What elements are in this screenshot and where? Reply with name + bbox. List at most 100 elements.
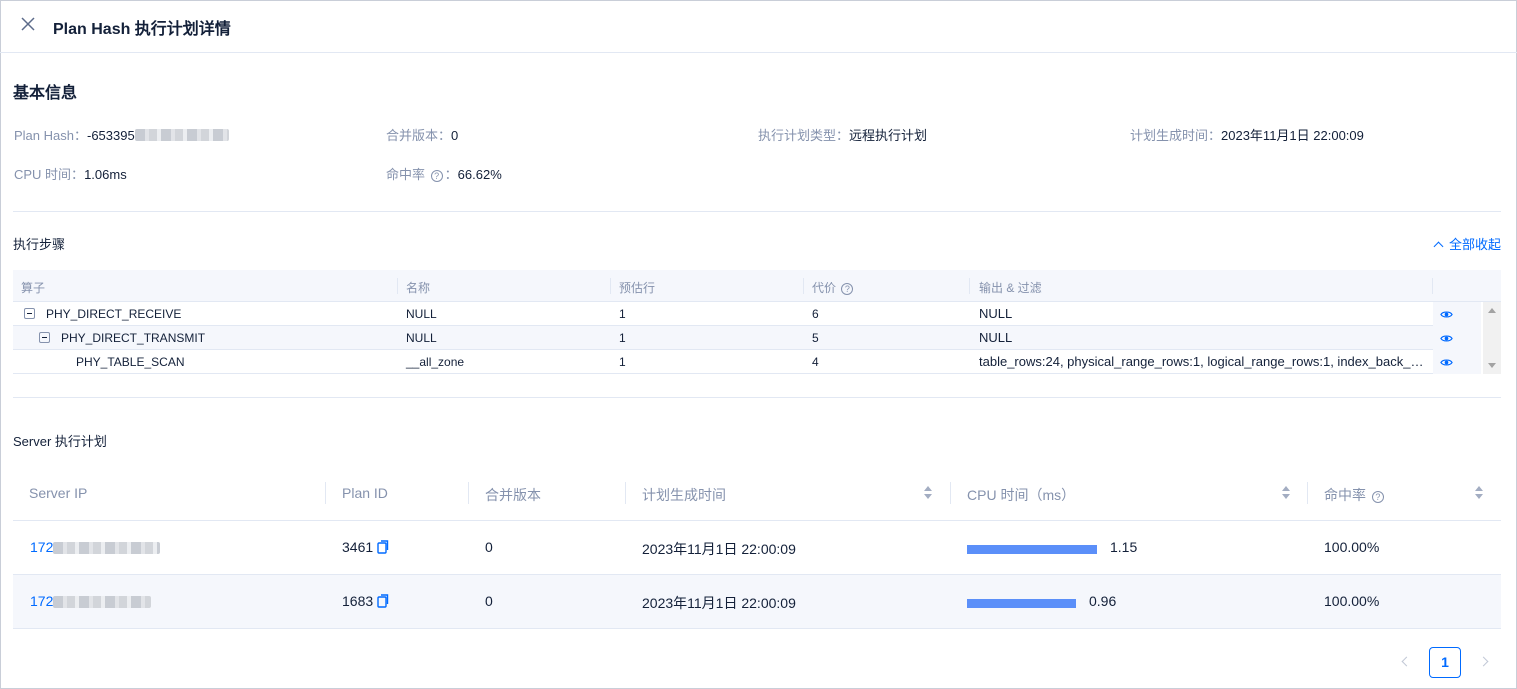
cpu-time-value: 1.06ms — [84, 167, 127, 182]
cpu-time-value: 0.96 — [1089, 593, 1117, 609]
col-divider — [625, 482, 626, 504]
close-icon[interactable] — [18, 14, 38, 34]
help-icon[interactable]: ? — [1371, 491, 1384, 503]
collapse-toggle-icon[interactable] — [39, 332, 50, 343]
help-icon[interactable]: ? — [841, 283, 854, 295]
plan-id-cell: 3461 — [342, 539, 389, 555]
col-server-ip: Server IP — [29, 485, 88, 501]
merge-version-value: 0 — [451, 128, 459, 143]
cost-cell: 4 — [812, 355, 819, 369]
merge-version-item: 合并版本：0 — [386, 125, 458, 144]
sort-icon[interactable] — [1282, 486, 1290, 500]
col-est-rows: 预估行 — [619, 281, 656, 295]
col-name: 名称 — [406, 281, 431, 295]
eye-icon[interactable] — [1440, 332, 1453, 345]
eye-icon[interactable] — [1440, 308, 1453, 321]
server-ip-text: 172 — [30, 539, 54, 555]
scroll-up-icon[interactable] — [1488, 308, 1496, 313]
col-divider — [803, 278, 804, 294]
table-row[interactable]: PHY_TABLE_SCAN __all_zone 1 4 table_rows… — [13, 350, 1433, 374]
col-output: 输出 & 过滤 — [979, 281, 1042, 295]
prev-page-icon[interactable] — [1399, 654, 1411, 668]
col-divider — [325, 482, 326, 504]
col-divider — [468, 482, 469, 504]
plan-type-value: 远程执行计划 — [849, 128, 928, 143]
hit-rate-label: 命中率 — [386, 167, 426, 182]
col-divider — [950, 482, 951, 504]
col-hit-rate-label: 命中率 — [1324, 487, 1366, 503]
plan-id-text: 3461 — [342, 539, 374, 555]
plan-hash-label: Plan Hash： — [14, 128, 87, 143]
col-gen-time: 计划生成时间 — [642, 487, 726, 503]
cpu-time-bar — [967, 599, 1076, 608]
copy-icon[interactable] — [377, 540, 389, 554]
output-cell: table_rows:24, physical_range_rows:1, lo… — [979, 354, 1427, 369]
col-divider — [397, 278, 398, 294]
cost-cell: 5 — [812, 331, 819, 345]
page-1-button[interactable]: 1 — [1429, 647, 1461, 678]
server-ip-link[interactable]: 172 — [30, 593, 152, 609]
gen-time-value: 2023年11月1日 22:00:09 — [1221, 128, 1364, 143]
col-divider — [1307, 482, 1308, 504]
name-cell: __all_zone — [406, 355, 465, 369]
copy-icon[interactable] — [377, 594, 389, 608]
est-rows-cell: 1 — [619, 307, 626, 321]
est-rows-cell: 1 — [619, 331, 626, 345]
operator-cell: PHY_DIRECT_TRANSMIT — [61, 331, 206, 345]
col-merge-version: 合并版本 — [485, 487, 541, 503]
gen-time-label: 计划生成时间： — [1130, 128, 1222, 143]
output-cell: NULL — [979, 330, 1013, 345]
help-icon[interactable]: ? — [430, 170, 443, 182]
table-row: 172 3461 0 2023年11月1日 22:00:09 1.15 100.… — [13, 521, 1501, 575]
eye-icon[interactable] — [1440, 356, 1453, 369]
redacted-value — [134, 129, 229, 141]
gen-time-item: 计划生成时间：2023年11月1日 22:00:09 — [1130, 125, 1364, 144]
cpu-time-label: CPU 时间： — [14, 167, 85, 182]
hit-rate-cell: 100.00% — [1324, 593, 1380, 609]
merge-version-cell: 0 — [485, 593, 493, 609]
steps-title: 执行步骤 — [13, 237, 66, 252]
cost-cell: 6 — [812, 307, 819, 321]
merge-version-label: 合并版本： — [386, 128, 452, 143]
plan-type-item: 执行计划类型：远程执行计划 — [758, 125, 927, 144]
col-divider — [610, 278, 611, 294]
plan-id-text: 1683 — [342, 593, 374, 609]
server-table-header: Server IP Plan ID 合并版本 计划生成时间 CPU 时间（ms）… — [13, 466, 1501, 521]
drawer-title: Plan Hash 执行计划详情 — [53, 21, 231, 38]
drawer-header: Plan Hash 执行计划详情 — [0, 0, 1517, 53]
hit-rate-separator: ： — [444, 167, 458, 182]
basic-info-title: 基本信息 — [13, 85, 78, 102]
cpu-time-item: CPU 时间：1.06ms — [14, 164, 127, 183]
col-plan-id: Plan ID — [342, 485, 388, 501]
est-rows-cell: 1 — [619, 355, 626, 369]
plan-hash-value: -653395 — [86, 128, 135, 143]
col-divider — [1432, 278, 1433, 294]
hit-rate-cell: 100.00% — [1324, 539, 1380, 555]
collapse-all-label: 全部收起 — [1448, 237, 1501, 252]
col-divider — [969, 278, 970, 294]
steps-table-header: 算子 名称 预估行 代价 ? 输出 & 过滤 — [13, 270, 1501, 302]
vertical-scrollbar[interactable] — [1483, 302, 1501, 374]
table-row[interactable]: PHY_DIRECT_TRANSMIT NULL 1 5 NULL — [13, 326, 1433, 350]
sort-icon[interactable] — [1475, 486, 1483, 500]
gen-time-cell: 2023年11月1日 22:00:09 — [642, 541, 796, 557]
collapse-toggle-icon[interactable] — [24, 308, 35, 319]
table-row[interactable]: PHY_DIRECT_RECEIVE NULL 1 6 NULL — [13, 302, 1433, 326]
hit-rate-value: 66.62% — [457, 167, 502, 182]
table-row: 172 1683 0 2023年11月1日 22:00:09 0.96 100.… — [13, 575, 1501, 629]
redacted-value — [53, 596, 152, 608]
divider — [13, 397, 1501, 398]
sort-icon[interactable] — [924, 486, 932, 500]
server-ip-link[interactable]: 172 — [30, 539, 161, 555]
chevron-up-icon — [1433, 241, 1444, 252]
plan-id-cell: 1683 — [342, 593, 389, 609]
hit-rate-item: 命中率 ? ：66.62% — [386, 164, 502, 183]
next-page-icon[interactable] — [1479, 654, 1491, 668]
operator-cell: PHY_DIRECT_RECEIVE — [46, 307, 182, 321]
collapse-all-button[interactable]: 全部收起 — [1433, 234, 1501, 253]
operator-cell: PHY_TABLE_SCAN — [76, 355, 185, 369]
name-cell: NULL — [406, 307, 437, 321]
col-cpu-time: CPU 时间（ms） — [967, 487, 1076, 503]
col-operator: 算子 — [21, 281, 46, 295]
scroll-down-icon[interactable] — [1488, 363, 1496, 368]
